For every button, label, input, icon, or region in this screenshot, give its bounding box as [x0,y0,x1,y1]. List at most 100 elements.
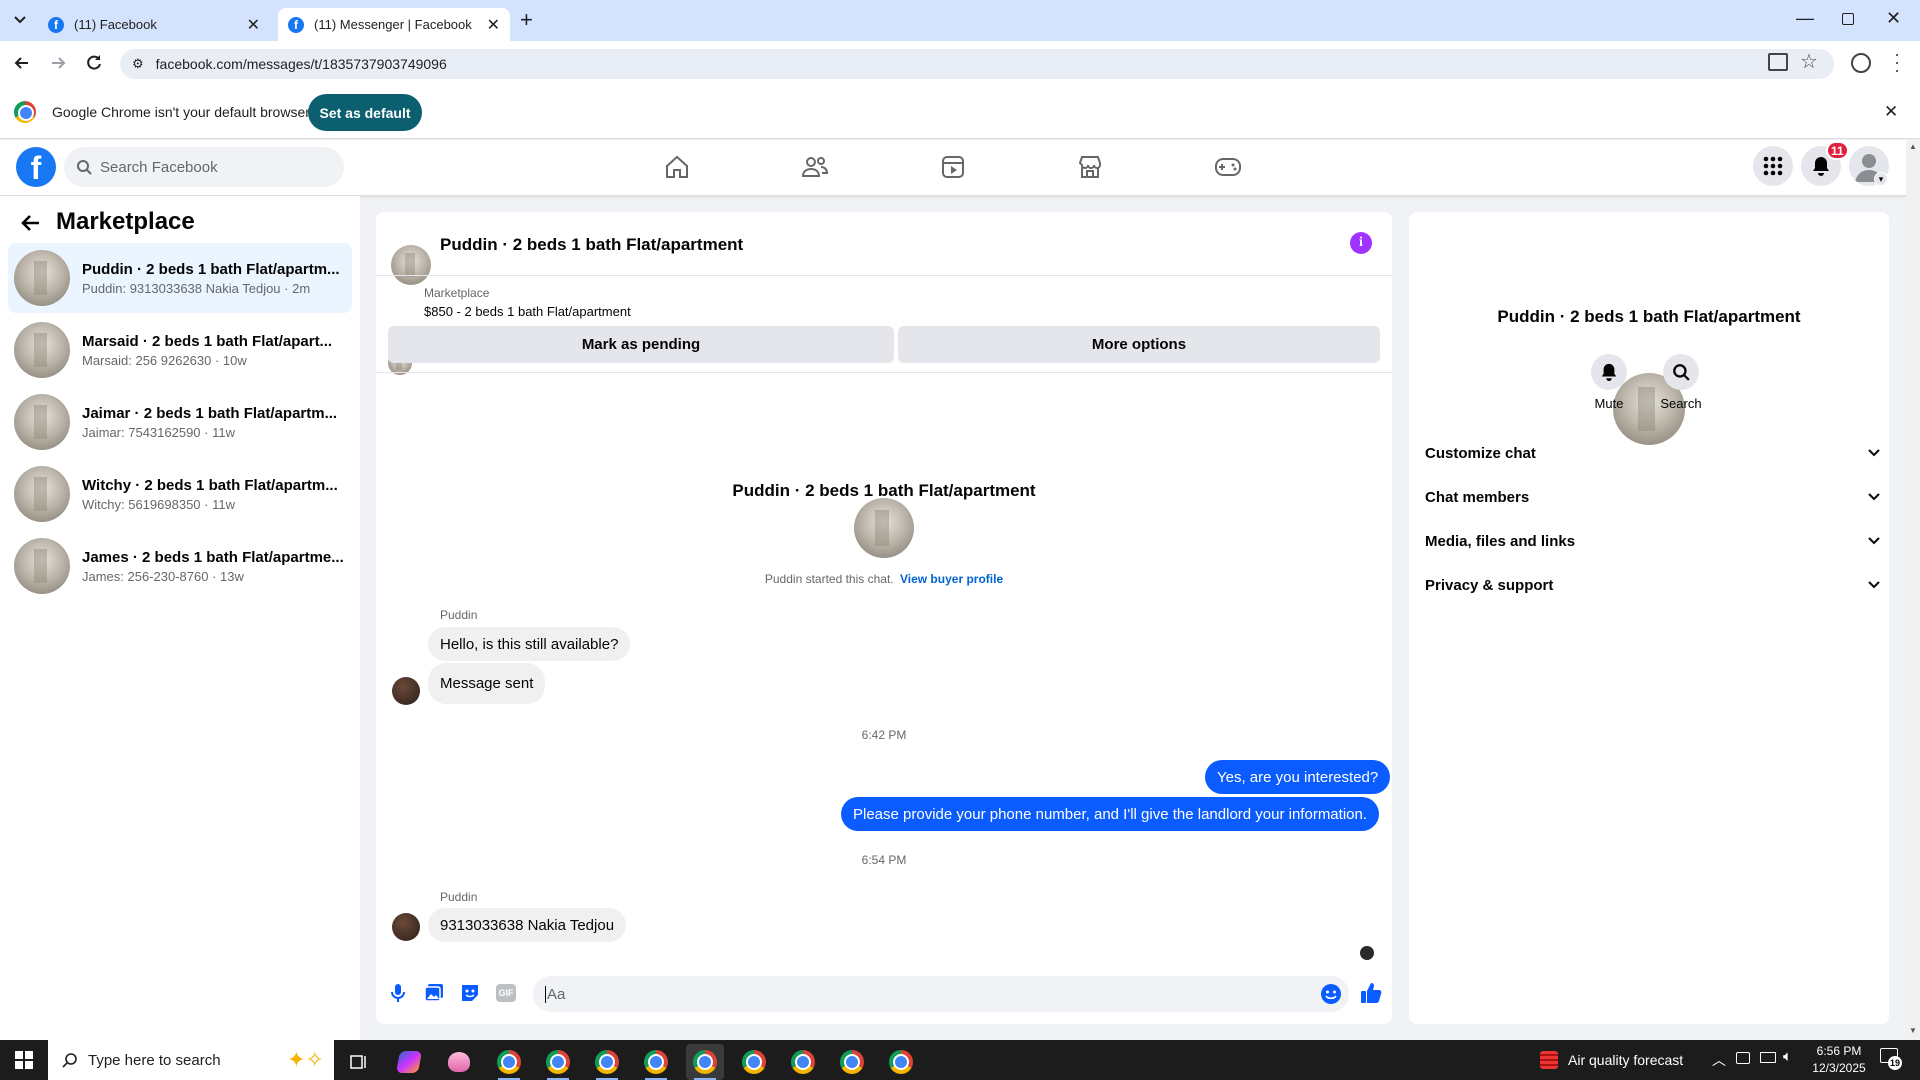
message-bubble[interactable]: 9313033638 Nakia Tedjou [428,908,627,942]
close-icon[interactable]: ✕ [487,15,500,35]
media-files-links-section[interactable]: Media, files and links [1425,523,1880,559]
message-input-placeholder: Aa [545,985,566,1003]
notification-center-button[interactable]: 19 [1880,1048,1903,1070]
conversation-item[interactable]: Puddin · 2 beds 1 bath Flat/apartm... Pud… [8,243,352,313]
chrome-app-4[interactable] [637,1044,675,1080]
facebook-search-input[interactable]: Search Facebook [64,147,344,187]
chat-details-panel [1409,212,1889,1024]
scroll-up-arrow[interactable]: ▲ [1909,142,1917,151]
chat-header-title[interactable]: Puddin · 2 beds 1 bath Flat/apartment [440,235,743,255]
sender-avatar[interactable] [392,913,420,941]
menu-kebab-icon[interactable]: · · · [1894,45,1900,79]
install-app-icon[interactable] [1768,53,1788,71]
chrome-app-5[interactable] [686,1044,724,1080]
search-in-chat-button[interactable] [1663,354,1699,390]
view-buyer-profile-link[interactable]: View buyer profile [900,572,1003,586]
more-options-button[interactable]: More options [898,326,1380,363]
emoji-button[interactable] [1320,983,1342,1005]
sender-name: Puddin [440,608,478,622]
chevron-down-icon[interactable]: ▾ [1874,172,1888,186]
listing-title[interactable]: $850 - 2 beds 1 bath Flat/apartment [424,304,631,319]
meet-now-icon[interactable] [1736,1052,1750,1064]
message-bubble[interactable]: Hello, is this still available? [428,627,631,661]
facebook-logo-icon[interactable]: f [16,147,56,187]
conversation-snippet: Marsaid: 256 9262630 · 10w [82,352,247,368]
address-bar[interactable]: ⚙ facebook.com/messages/t/18357379037490… [120,49,1834,79]
close-icon[interactable]: ✕ [1884,102,1898,122]
message-bubble[interactable]: Message sent [428,663,546,704]
back-button[interactable] [12,53,32,73]
chrome-app-3[interactable] [588,1044,626,1080]
message-bubble-sent[interactable]: Please provide your phone number, and I'… [841,797,1380,831]
message-bubble-sent[interactable]: Yes, are you interested? [1205,760,1391,794]
conversation-item[interactable]: Marsaid · 2 beds 1 bath Flat/apart... Mar… [8,315,352,385]
nav-marketplace[interactable] [1070,150,1110,184]
tray-chevron-up-icon[interactable]: ︿ [1712,1050,1726,1070]
privacy-support-section[interactable]: Privacy & support [1425,567,1880,603]
back-button[interactable] [20,212,42,234]
site-info-icon[interactable]: ⚙ [132,56,144,72]
bookmark-star-icon[interactable]: ☆ [1800,49,1818,74]
chrome-app-7[interactable] [784,1044,822,1080]
set-as-default-button[interactable]: Set as default [308,94,422,131]
close-window-button[interactable]: ✕ [1886,8,1906,32]
profile-icon[interactable] [1851,53,1871,73]
chrome-app-1[interactable] [490,1044,528,1080]
nav-video[interactable] [933,150,973,184]
chrome-app-6[interactable] [735,1044,773,1080]
tab-messenger[interactable]: f (11) Messenger | Facebook ✕ [278,8,510,41]
restore-button[interactable] [1842,13,1854,25]
voice-clip-button[interactable] [390,983,406,1003]
chrome-app-9[interactable] [882,1044,920,1080]
snipping-tool-app[interactable] [440,1044,478,1080]
gif-button[interactable]: GIF [496,984,516,1002]
minimize-button[interactable]: — [1796,8,1816,32]
reload-button[interactable] [84,53,104,73]
menu-button[interactable] [1753,146,1793,186]
like-button[interactable] [1360,982,1382,1004]
section-label: Media, files and links [1425,532,1576,550]
volume-icon[interactable]: 🔈︎ [1783,1048,1792,1065]
page-scrollbar[interactable] [1906,140,1920,1040]
clock[interactable]: 6:56 PM 12/3/2025 [1802,1043,1876,1077]
sender-name: Puddin [440,890,478,904]
mute-button[interactable] [1591,354,1627,390]
copilot-app[interactable] [390,1044,428,1080]
new-tab-button[interactable]: + [520,8,540,32]
forward-button[interactable] [48,53,68,73]
mark-as-pending-button[interactable]: Mark as pending [388,326,894,363]
close-icon[interactable]: ✕ [247,15,260,35]
customize-chat-section[interactable]: Customize chat [1425,435,1880,471]
chat-members-section[interactable]: Chat members [1425,479,1880,515]
chat-header-avatar[interactable] [391,245,431,285]
nav-friends[interactable] [795,150,835,184]
taskbar-search-box[interactable]: Type here to search ✦✧ [48,1040,334,1080]
avatar [14,322,70,378]
sender-avatar[interactable] [392,677,420,705]
tab-facebook[interactable]: f (11) Facebook ✕ [38,8,270,41]
task-view-button[interactable] [340,1044,378,1080]
conversation-item[interactable]: James · 2 beds 1 bath Flat/apartme... Jam… [8,531,352,601]
chrome-app-8[interactable] [833,1044,871,1080]
info-button[interactable]: i [1350,232,1372,254]
network-icon[interactable] [1760,1052,1776,1063]
scroll-down-arrow[interactable]: ▼ [1909,1026,1917,1035]
nav-gaming[interactable] [1208,150,1248,184]
conversation-item[interactable]: Witchy · 2 beds 1 bath Flat/apartm... Wit… [8,459,352,529]
arrow-left-icon [21,215,39,231]
nav-home[interactable] [657,150,697,184]
chevron-down-icon [14,16,26,24]
message-input[interactable]: Aa [533,976,1349,1012]
tab-search-button[interactable] [6,8,34,32]
conversation-item[interactable]: Jaimar · 2 beds 1 bath Flat/apartm... Jai… [8,387,352,457]
tab-label: (11) Messenger | Facebook [314,17,472,32]
snipping-tool-icon [448,1052,470,1072]
chrome-icon [693,1050,717,1074]
weather-widget[interactable]: Air quality forecast [1540,1040,1683,1080]
chevron-down-icon [1868,537,1880,545]
attach-photo-button[interactable] [424,983,444,1003]
section-label: Privacy & support [1425,576,1554,594]
chrome-app-2[interactable] [539,1044,577,1080]
start-button[interactable] [0,1040,48,1080]
sticker-button[interactable] [460,983,480,1003]
